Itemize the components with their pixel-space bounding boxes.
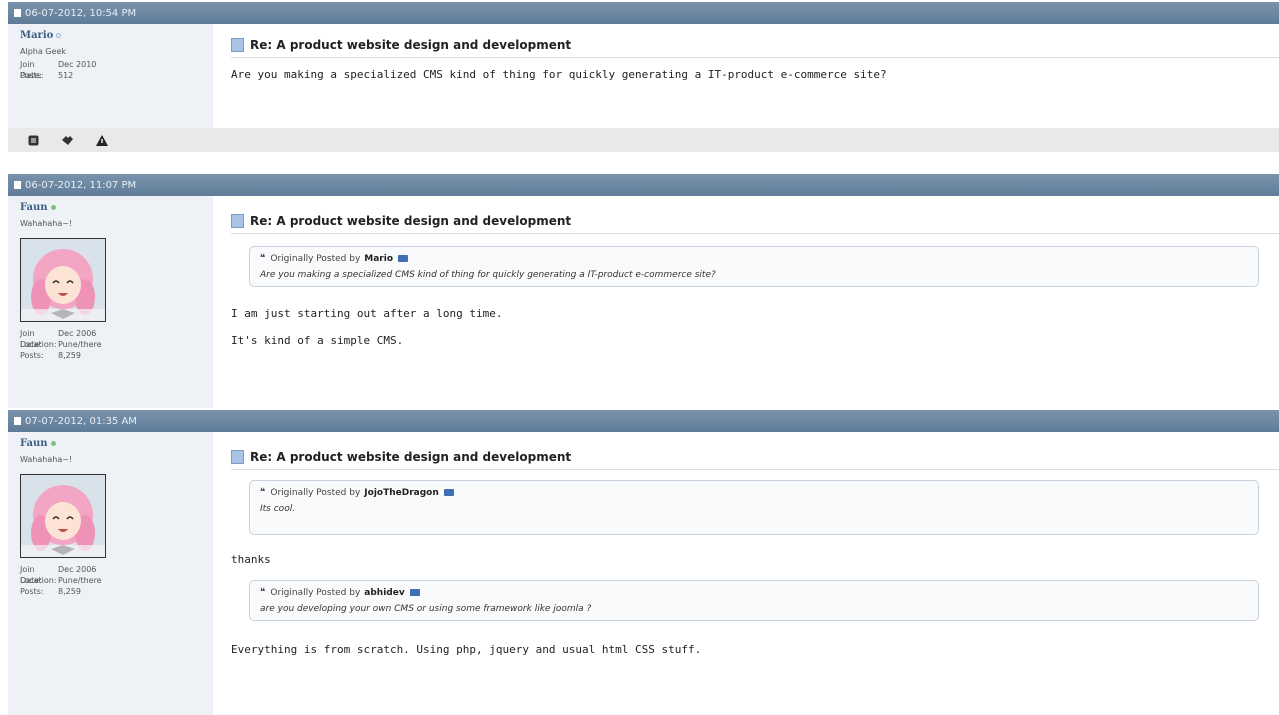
- quote-icon: ❝: [260, 587, 266, 598]
- online-status-icon: [50, 205, 56, 210]
- post-title-text: Re: A product website design and develop…: [250, 38, 572, 52]
- post-3: 07-07-2012, 01:35 AM Faun Wahahaha~! Joi…: [8, 410, 1279, 715]
- quote-prefix: Originally Posted by: [270, 487, 361, 498]
- quote-block: ❝ Originally Posted by abhidev are you d…: [249, 580, 1259, 621]
- stat-label: Posts:: [20, 587, 44, 596]
- view-post-icon[interactable]: [409, 589, 420, 596]
- stat-label: Posts:: [20, 71, 44, 80]
- stat-value: 8,259: [58, 587, 81, 596]
- post-title-text: Re: A product website design and develop…: [250, 214, 572, 228]
- post-content: Re: A product website design and develop…: [213, 196, 1279, 408]
- post-title-text: Re: A product website design and develop…: [250, 450, 572, 464]
- stat-value: Pune/there: [58, 576, 102, 585]
- user-stats: Join Date: Dec 2006 Location: Pune/there…: [20, 564, 213, 597]
- user-title: Wahahaha~!: [20, 219, 73, 228]
- quote-header: ❝ Originally Posted by abhidev: [260, 587, 1248, 598]
- user-info-panel: Mario Alpha Geek Join Date: Dec 2010 Pos…: [8, 24, 213, 128]
- avatar[interactable]: [20, 474, 106, 558]
- user-title: Wahahaha~!: [20, 455, 73, 464]
- stat-row: Posts: 512: [20, 70, 213, 81]
- quote-text: Its cool.: [260, 504, 296, 514]
- thanks-icon[interactable]: [61, 131, 74, 150]
- stat-value: 8,259: [58, 351, 81, 360]
- username-link[interactable]: Faun: [20, 202, 48, 213]
- stat-label: Join Date:: [20, 565, 42, 585]
- quote-block: ❝ Originally Posted by Mario Are you mak…: [249, 246, 1259, 287]
- post-message-line: Everything is from scratch. Using php, j…: [231, 643, 702, 656]
- username-link[interactable]: Faun: [20, 438, 48, 449]
- stat-row: Join Date: Dec 2006: [20, 328, 213, 349]
- quote-text: are you developing your own CMS or using…: [260, 604, 592, 614]
- document-icon: [231, 38, 244, 52]
- post-status-icon: [14, 181, 21, 189]
- stat-value: Dec 2006: [58, 565, 97, 574]
- post-2: 06-07-2012, 11:07 PM Faun Wahahaha~! Joi…: [8, 174, 1279, 408]
- stat-value: Pune/there: [58, 340, 102, 349]
- stat-label: Posts:: [20, 351, 44, 360]
- post-content: Re: A product website design and develop…: [213, 432, 1279, 715]
- stat-row: Join Date: Dec 2010: [20, 59, 213, 80]
- quote-icon: ❝: [260, 253, 266, 264]
- stat-row: Posts: 8,259: [20, 350, 213, 361]
- user-title: Alpha Geek: [20, 47, 66, 56]
- username-link[interactable]: Mario: [20, 30, 53, 41]
- post-toolbar: [8, 128, 1279, 152]
- post-title: Re: A product website design and develop…: [231, 214, 1279, 234]
- user-info-panel: Faun Wahahaha~! Join Date: Dec 2006 Loca…: [8, 432, 213, 715]
- post-message-line: thanks: [231, 553, 271, 566]
- quote-header: ❝ Originally Posted by JojoTheDragon: [260, 487, 1248, 498]
- document-icon: [231, 214, 244, 228]
- stat-row: Location: Pune/there: [20, 339, 213, 350]
- post-header: 06-07-2012, 10:54 PM: [8, 2, 1279, 24]
- post-body: Faun Wahahaha~! Join Date: Dec 2006 Loca…: [8, 432, 1279, 715]
- post-header: 06-07-2012, 11:07 PM: [8, 174, 1279, 196]
- quote-author: JojoTheDragon: [364, 487, 439, 498]
- blog-icon[interactable]: [28, 131, 39, 150]
- post-title: Re: A product website design and develop…: [231, 450, 1279, 470]
- post-content: Re: A product website design and develop…: [213, 24, 1279, 128]
- post-message-line: I am just starting out after a long time…: [231, 307, 503, 320]
- post-body: Faun Wahahaha~! Join Date: Dec 2006 Loca…: [8, 196, 1279, 408]
- stat-value: 512: [58, 71, 74, 80]
- avatar[interactable]: [20, 238, 106, 322]
- user-info-panel: Faun Wahahaha~! Join Date: Dec 2006 Loca…: [8, 196, 213, 408]
- quote-author: abhidev: [364, 587, 405, 598]
- user-stats: Join Date: Dec 2010 Posts: 512: [20, 59, 213, 81]
- stat-label: Join Date:: [20, 329, 42, 349]
- document-icon: [231, 450, 244, 464]
- post-date: 06-07-2012, 10:54 PM: [25, 7, 137, 19]
- post-status-icon: [14, 9, 21, 17]
- post-title: Re: A product website design and develop…: [231, 38, 1279, 58]
- post-date: 07-07-2012, 01:35 AM: [25, 415, 137, 427]
- quote-prefix: Originally Posted by: [270, 587, 361, 598]
- view-post-icon[interactable]: [443, 489, 454, 496]
- stat-label: Location:: [20, 576, 57, 585]
- post-message: Are you making a specialized CMS kind of…: [231, 68, 887, 81]
- quote-author: Mario: [364, 253, 394, 264]
- online-status-icon: [50, 441, 56, 446]
- stat-value: Dec 2006: [58, 329, 97, 338]
- stat-row: Location: Pune/there: [20, 575, 213, 586]
- post-header: 07-07-2012, 01:35 AM: [8, 410, 1279, 432]
- post-message-line: It's kind of a simple CMS.: [231, 334, 404, 347]
- report-icon[interactable]: [96, 131, 108, 150]
- view-post-icon[interactable]: [398, 255, 409, 262]
- post-1: 06-07-2012, 10:54 PM Mario Alpha Geek Jo…: [8, 2, 1279, 152]
- stat-label: Join Date:: [20, 60, 42, 80]
- stat-label: Location:: [20, 340, 57, 349]
- post-status-icon: [14, 417, 21, 425]
- stat-value: Dec 2010: [58, 60, 97, 69]
- quote-header: ❝ Originally Posted by Mario: [260, 253, 1248, 264]
- post-date: 06-07-2012, 11:07 PM: [25, 179, 137, 191]
- quote-block: ❝ Originally Posted by JojoTheDragon Its…: [249, 480, 1259, 535]
- stat-row: Posts: 8,259: [20, 586, 213, 597]
- post-body: Mario Alpha Geek Join Date: Dec 2010 Pos…: [8, 24, 1279, 128]
- stat-row: Join Date: Dec 2006: [20, 564, 213, 585]
- quote-icon: ❝: [260, 487, 266, 498]
- quote-prefix: Originally Posted by: [270, 253, 361, 264]
- user-stats: Join Date: Dec 2006 Location: Pune/there…: [20, 328, 213, 361]
- quote-text: Are you making a specialized CMS kind of…: [260, 270, 716, 280]
- offline-status-icon: [56, 33, 62, 38]
